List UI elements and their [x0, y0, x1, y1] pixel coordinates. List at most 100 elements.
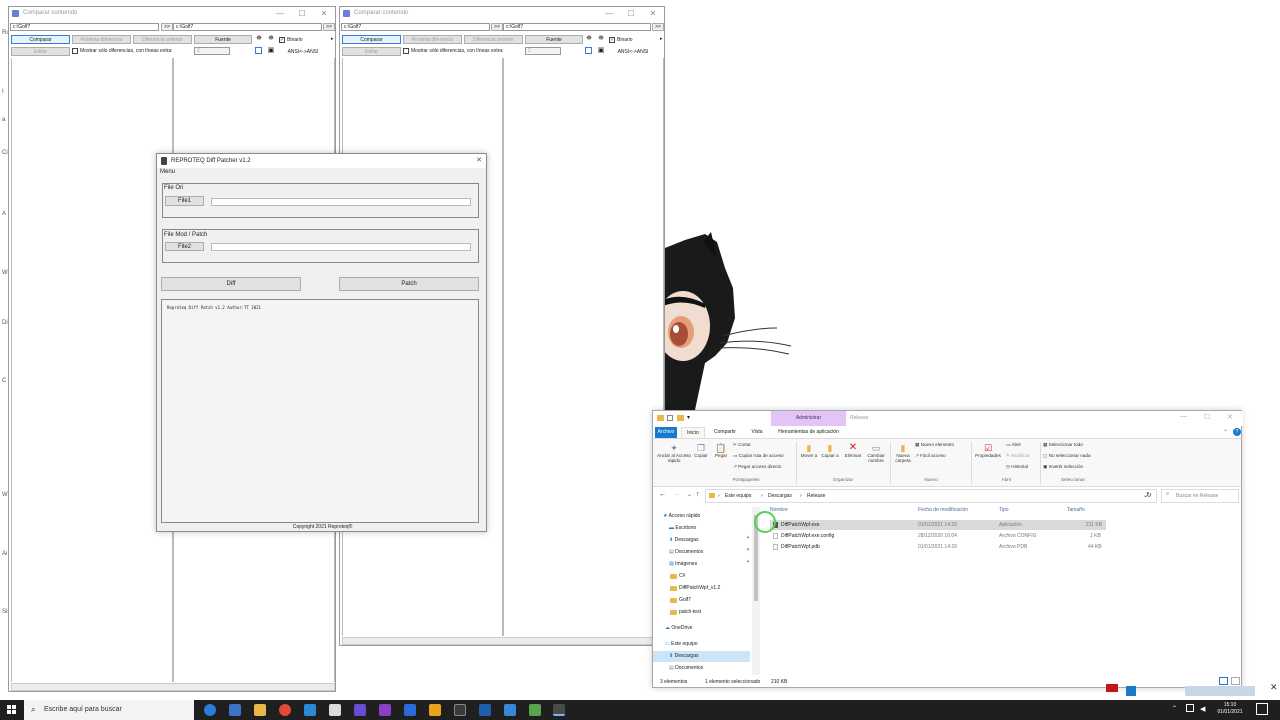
nav-folder[interactable]: Golf7	[679, 595, 691, 606]
app-icon[interactable]	[404, 704, 416, 716]
file2-button[interactable]: File2	[165, 242, 204, 251]
maximize-icon[interactable]: ☐	[1204, 413, 1210, 421]
prev-diff-button[interactable]: Diferencia anterior	[464, 35, 523, 44]
tab-view[interactable]: Vista	[745, 427, 769, 438]
close-icon[interactable]: ✕	[1270, 682, 1278, 693]
close-button[interactable]: ✕	[642, 7, 664, 20]
terminal-icon[interactable]	[454, 704, 466, 716]
delete-button[interactable]: ✕ Eliminar	[842, 443, 864, 459]
nav-onedrive[interactable]: ☁ OneDrive	[665, 623, 693, 634]
log-output[interactable]: Reproteq Diff Patch v1.2 Author:TT 2021	[161, 299, 479, 523]
copy-path-button[interactable]: ▭ Copiar ruta de acceso	[733, 453, 784, 458]
nav-scrollbar[interactable]	[752, 507, 760, 675]
right-path-input[interactable]: c:\Golf7	[503, 23, 651, 31]
new-folder-icon[interactable]	[677, 415, 684, 421]
quick-access-dropdown-icon[interactable]: ▾	[687, 414, 690, 421]
font-button[interactable]: Fuente	[194, 35, 252, 44]
nav-folder[interactable]: patch-test	[679, 607, 701, 618]
select-all-button[interactable]: ▦ Seleccionar todo	[1043, 442, 1083, 447]
nav-this-pc[interactable]: ▭ Este equipo	[665, 639, 698, 650]
visual-studio-icon[interactable]	[379, 704, 391, 716]
encoding-button[interactable]: ANSI<->ANSI	[279, 47, 327, 56]
next-diff-button[interactable]: Próxima diferencia	[403, 35, 462, 44]
column-type[interactable]: Tipo	[999, 507, 1009, 513]
forward-icon[interactable]: →	[673, 491, 680, 498]
chevron-up-icon[interactable]: ⌃	[1172, 705, 1177, 712]
file-row-selected[interactable]: DiffPatchWpf.exe 01/01/2021 14:29 Aplica…	[770, 520, 1106, 530]
breadcrumb-item[interactable]: Descargas	[768, 493, 792, 499]
nav-folder[interactable]: DiffPatchWpf_v1.2	[679, 583, 720, 594]
taskbar-search-input[interactable]: Escribe aquí para buscar	[24, 700, 194, 720]
nav-images[interactable]: ▨ Imágenes	[669, 559, 697, 570]
large-icons-view-icon[interactable]	[1231, 677, 1240, 685]
encoding-button[interactable]: ANSI<->ANSI	[609, 47, 657, 56]
close-button[interactable]: ✕	[476, 154, 482, 168]
open-button[interactable]: ▭ Abrir	[1006, 442, 1021, 447]
only-diff-checkbox[interactable]	[72, 48, 78, 54]
invert-selection-button[interactable]: ▣ Invertir selección	[1043, 464, 1083, 469]
app-icon[interactable]	[429, 704, 441, 716]
nav-downloads[interactable]: ⬇ Descargas	[669, 535, 699, 546]
help-icon[interactable]: ?	[1233, 428, 1241, 436]
move-to-button[interactable]: ▮ Mover a	[799, 443, 819, 458]
binoculars-icon[interactable]: ⛯	[585, 35, 593, 43]
properties-icon[interactable]	[667, 415, 673, 421]
easy-access-button[interactable]: ↗ Fácil acceso	[915, 453, 946, 458]
back-icon[interactable]: ←	[659, 491, 666, 498]
notifications-icon[interactable]	[1256, 703, 1268, 715]
app-icon[interactable]	[529, 704, 541, 716]
window-icon[interactable]	[255, 47, 262, 54]
prev-diff-button[interactable]: Diferencia anterior	[133, 35, 192, 44]
history-button[interactable]: ◷ Historial	[1006, 464, 1028, 469]
edge-browser-icon[interactable]	[229, 704, 241, 716]
left-compare-pane[interactable]	[11, 58, 173, 682]
diff-button[interactable]: Diff	[161, 277, 301, 291]
column-name[interactable]: Nombre	[770, 507, 788, 513]
close-icon[interactable]: ✕	[1227, 413, 1233, 421]
file1-button[interactable]: File1	[165, 196, 204, 206]
edit-button[interactable]: Editar	[342, 47, 401, 56]
select-none-button[interactable]: ▢ No seleccionar nada	[1043, 453, 1091, 458]
horizontal-scrollbar[interactable]	[342, 637, 664, 645]
scroll-right-icon[interactable]: ▸	[331, 36, 334, 42]
extra-lines-input[interactable]: 2	[525, 47, 561, 55]
copy-button[interactable]: ❐ Copiar	[691, 443, 711, 458]
horizontal-scrollbar[interactable]	[11, 683, 335, 691]
breadcrumb[interactable]: › Este equipo › Descargas › Release ⌄	[705, 489, 1157, 503]
search-input[interactable]: Buscar en Release	[1161, 489, 1239, 503]
nav-folder[interactable]: C#	[679, 571, 685, 582]
minimize-button[interactable]: —	[269, 7, 291, 20]
tray-toolbar[interactable]	[1185, 686, 1255, 696]
new-item-button[interactable]: ▦ Nuevo elemento	[915, 442, 954, 447]
column-date[interactable]: Fecha de modificación	[918, 507, 968, 513]
details-view-icon[interactable]	[1219, 677, 1228, 685]
collapse-ribbon-icon[interactable]: ⌃	[1223, 429, 1228, 436]
tray-app-icon[interactable]	[1106, 684, 1118, 692]
app-icon[interactable]	[504, 704, 516, 716]
powershell-icon[interactable]	[479, 704, 491, 716]
close-button[interactable]: ✕	[313, 7, 335, 20]
binoculars-next-icon[interactable]: ⛯	[597, 35, 605, 43]
tab-home[interactable]: Inicio	[681, 427, 705, 438]
left-path-input[interactable]: c:\Golf7	[10, 23, 159, 31]
scroll-right-icon[interactable]: ▸	[660, 36, 663, 42]
app-icon[interactable]	[329, 704, 341, 716]
compare-button[interactable]: Comparar	[11, 35, 70, 44]
chrome-icon[interactable]	[279, 704, 291, 716]
edit-button[interactable]: ✎ Modificar	[1006, 453, 1030, 458]
maximize-button[interactable]: ☐	[620, 7, 642, 20]
binary-checkbox[interactable]: ✓	[609, 37, 615, 43]
tab-app-tools[interactable]: Herramientas de aplicación	[771, 427, 846, 438]
nav-quick-access[interactable]: ★ Acceso rápido	[663, 511, 700, 522]
breadcrumb-item[interactable]: Este equipo	[725, 493, 751, 499]
browse-right-button[interactable]: >>	[652, 23, 664, 31]
binoculars-icon[interactable]: ⛯	[255, 35, 263, 43]
font-button[interactable]: Fuente	[525, 35, 583, 44]
tray-app-icon[interactable]	[1126, 686, 1136, 696]
context-tab-manage[interactable]: Administrar	[771, 411, 846, 426]
minimize-button[interactable]: —	[598, 7, 620, 20]
menu-item[interactable]: Menu	[160, 169, 175, 175]
binary-checkbox[interactable]: ✓	[279, 37, 285, 43]
minimize-icon[interactable]: —	[1180, 413, 1187, 420]
file-row[interactable]: DiffPatchWpf.pdb 01/01/2021 14:29 Archiv…	[770, 542, 1106, 552]
